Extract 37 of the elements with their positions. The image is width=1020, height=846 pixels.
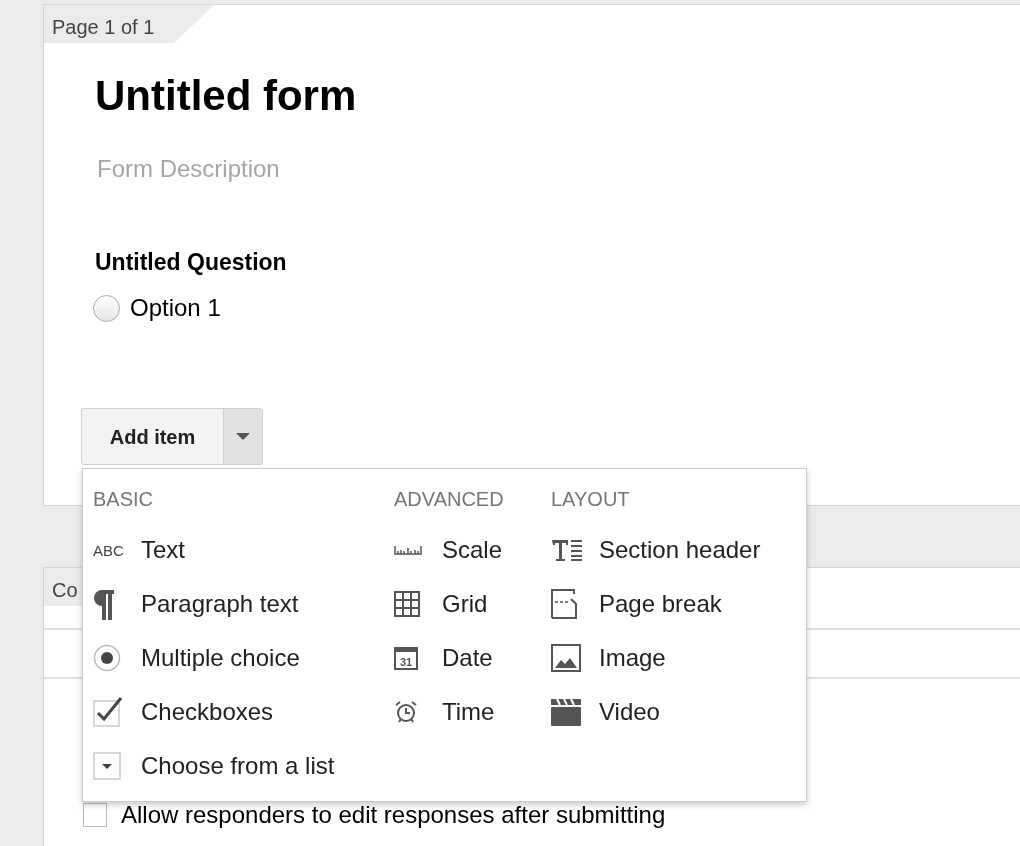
option-label: Option 1 [130, 293, 221, 323]
abc-icon: ABC [93, 542, 125, 558]
ruler-icon [394, 545, 422, 555]
menu-item[interactable]: Checkboxes [93, 685, 394, 739]
add-item-button[interactable]: Add item [82, 409, 223, 464]
page-break-icon [551, 589, 577, 619]
description-field[interactable]: Form Description [95, 155, 595, 183]
checkbox-icon [93, 697, 123, 727]
form-title: Untitled form [95, 75, 357, 117]
section-header-icon [551, 538, 583, 562]
alarm-clock-icon [394, 700, 418, 724]
menu-item[interactable]: Choose from a list [93, 739, 394, 793]
menu-item[interactable]: Multiple choice [93, 631, 394, 685]
question-title: Untitled Question [95, 251, 287, 274]
clapperboard-icon [551, 698, 581, 726]
pilcrow-icon [93, 588, 115, 620]
image-icon [551, 644, 581, 672]
radio-button[interactable] [93, 294, 120, 322]
checkbox[interactable] [83, 803, 107, 827]
menu-item[interactable]: Page break [551, 577, 801, 631]
menu-heading: ADVANCED [394, 489, 505, 512]
caret-icon [236, 433, 250, 440]
add-item-dropdown-button[interactable] [223, 409, 262, 464]
menu-item[interactable]: Video [551, 685, 801, 739]
grid-icon [394, 591, 420, 617]
menu-heading: LAYOUT [551, 489, 631, 512]
dropdown-icon [93, 752, 121, 780]
menu-heading: BASIC [93, 489, 155, 512]
menu-item[interactable]: Section header [551, 523, 801, 577]
checkbox-label: Allow responders to edit responses after submitting [121, 800, 666, 830]
menu-item[interactable]: Image [551, 631, 801, 685]
menu-item[interactable]: Scale [394, 523, 551, 577]
menu-item[interactable]: Grid [394, 577, 551, 631]
radio-icon [93, 644, 121, 672]
menu-item[interactable]: 31 Date [394, 631, 551, 685]
menu-item[interactable]: Time [394, 685, 551, 739]
calendar-icon: 31 [394, 646, 418, 670]
